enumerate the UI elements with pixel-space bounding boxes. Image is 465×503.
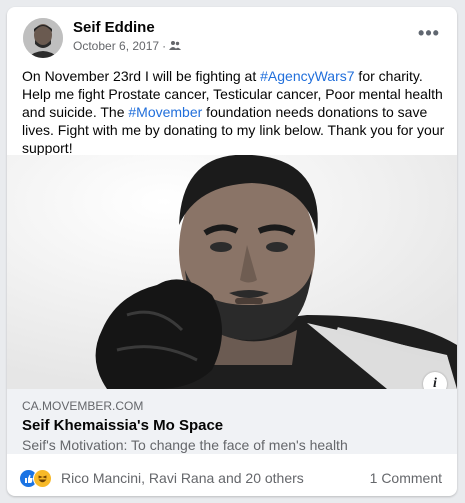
link-title[interactable]: Seif Khemaissia's Mo Space	[22, 417, 223, 434]
post-footer: Rico Mancini, Ravi Rana and 20 others 1 …	[7, 454, 457, 496]
haha-reaction-icon	[33, 469, 52, 488]
avatar[interactable]	[23, 18, 63, 58]
reaction-icons[interactable]	[19, 469, 59, 488]
comment-count[interactable]: 1 Comment	[370, 470, 442, 486]
friends-icon[interactable]	[169, 39, 182, 53]
post-text-part: On November 23rd I will be fighting at	[22, 68, 261, 84]
info-icon[interactable]: i	[423, 372, 447, 389]
post-card: Seif Eddine October 6, 2017 · ••• On Nov…	[7, 7, 457, 496]
author-name[interactable]: Seif Eddine	[73, 19, 155, 36]
link-preview[interactable]: CA.MOVEMBER.COM Seif Khemaissia's Mo Spa…	[7, 389, 457, 454]
link-domain: CA.MOVEMBER.COM	[22, 399, 144, 413]
link-description: Seif's Motivation: To change the face of…	[22, 437, 348, 453]
link-preview-image[interactable]: i	[7, 155, 457, 389]
post-date[interactable]: October 6, 2017	[73, 39, 159, 53]
hashtag-link[interactable]: #AgencyWars7	[260, 68, 354, 84]
reaction-names[interactable]: Rico Mancini, Ravi Rana and 20 others	[61, 470, 304, 486]
meta-separator: ·	[162, 39, 167, 53]
post-meta: October 6, 2017 ·	[73, 39, 182, 53]
hashtag-link[interactable]: #Movember	[128, 104, 202, 120]
post-text: On November 23rd I will be fighting at #…	[22, 67, 447, 157]
post-header: Seif Eddine October 6, 2017 · •••	[7, 7, 457, 62]
more-options-icon[interactable]: •••	[415, 23, 443, 43]
